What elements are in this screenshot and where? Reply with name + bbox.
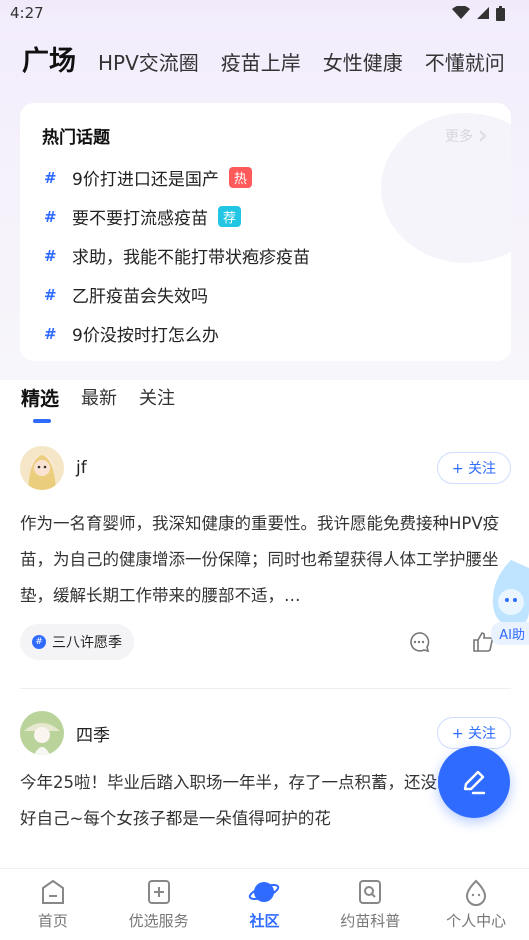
planet-icon	[249, 882, 280, 902]
author-name[interactable]: 四季	[76, 721, 110, 746]
tab-latest[interactable]: 最新	[81, 384, 117, 411]
tab-women-health[interactable]: 女性健康	[323, 47, 403, 84]
hash-icon: #	[44, 168, 57, 187]
bottom-nav: 首页 优选服务 社区 约苗科普 个人中心	[0, 868, 529, 940]
status-icons	[452, 5, 505, 21]
nav-label: 优选服务	[128, 912, 189, 930]
post-card[interactable]: 四季 + 关注 今年25啦！毕业后踏入职场一年半，存了一点积蓄，还没26保护好自…	[20, 711, 511, 837]
edit-icon	[463, 770, 486, 795]
topic-item[interactable]: # 乙肝疫苗会失效吗	[20, 275, 511, 314]
author-name[interactable]: jf	[76, 458, 87, 478]
nav-science[interactable]: 约苗科普	[325, 878, 415, 931]
topic-text: 9价打进口还是国产	[72, 170, 219, 190]
signal-icon	[477, 7, 489, 19]
follow-button[interactable]: + 关注	[436, 717, 511, 749]
nav-label: 个人中心	[446, 912, 507, 930]
services-icon	[147, 880, 170, 904]
comment-icon[interactable]	[407, 630, 431, 654]
hash-icon: #	[32, 635, 46, 649]
ai-assistant-label[interactable]: AI助	[491, 622, 529, 645]
topic-text: 要不要打流感疫苗	[72, 209, 208, 229]
hash-icon: #	[44, 207, 57, 226]
nav-label: 社区	[249, 912, 280, 930]
topic-chip[interactable]: # 三八许愿季	[20, 624, 134, 660]
tab-square[interactable]: 广场	[22, 39, 76, 84]
tab-ask[interactable]: 不懂就问	[425, 47, 505, 84]
nav-label: 约苗科普	[340, 912, 401, 930]
nav-profile[interactable]: 个人中心	[431, 878, 521, 931]
post-text: 今年25啦！毕业后踏入职场一年半，存了一点积蓄，还没26保护好自己~每个女孩子都…	[20, 773, 491, 828]
nav-services[interactable]: 优选服务	[114, 878, 204, 931]
status-time: 4:27	[10, 4, 44, 22]
avatar[interactable]	[20, 711, 64, 755]
topic-text: 乙肝疫苗会失效吗	[72, 287, 208, 307]
nav-label: 首页	[37, 912, 68, 930]
follow-button[interactable]: + 关注	[436, 452, 511, 484]
post-card[interactable]: jf + 关注 作为一名育婴师，我深知健康的重要性。我许愿能免费接种HPV疫苗，…	[20, 446, 511, 660]
hash-icon: #	[44, 285, 57, 304]
hot-topics-card: 热门话题 更多 # 9价打进口还是国产 热 # 要不要打流感疫苗 荐 # 求助，…	[20, 103, 511, 361]
compose-button[interactable]	[438, 746, 510, 818]
post-text: 作为一名育婴师，我深知健康的重要性。我许愿能免费接种HPV疫苗，为自己的健康增添…	[20, 514, 500, 605]
tab-featured[interactable]: 精选	[21, 384, 59, 423]
category-tabs: 广场 HPV交流圈 疫苗上岸 女性健康 不懂就问	[0, 26, 529, 84]
avatar[interactable]	[20, 446, 64, 490]
nav-home[interactable]: 首页	[8, 878, 98, 931]
hot-badge: 热	[228, 167, 252, 188]
profile-icon	[466, 879, 487, 906]
recommend-badge: 荐	[218, 206, 242, 227]
hash-icon: #	[44, 246, 57, 265]
tab-following[interactable]: 关注	[139, 384, 175, 411]
topic-item[interactable]: # 9价没按时打怎么办	[20, 314, 511, 353]
hash-icon: #	[44, 324, 57, 343]
tab-vaccine[interactable]: 疫苗上岸	[221, 47, 301, 84]
topic-text: 9价没按时打怎么办	[72, 326, 219, 346]
feed-tabs: 精选 最新 关注	[21, 384, 175, 423]
topic-chip-label: 三八许愿季	[52, 635, 122, 651]
wifi-icon	[452, 6, 470, 19]
post-divider	[20, 688, 511, 689]
search-book-icon	[359, 880, 382, 904]
battery-icon	[496, 5, 505, 21]
nav-community[interactable]: 社区	[219, 878, 309, 931]
tab-hpv[interactable]: HPV交流圈	[98, 47, 199, 84]
status-bar: 4:27	[0, 0, 529, 26]
topic-text: 求助，我能不能打带状疱疹疫苗	[72, 248, 310, 268]
home-icon	[41, 879, 64, 904]
hot-topics-title: 热门话题	[42, 128, 110, 148]
